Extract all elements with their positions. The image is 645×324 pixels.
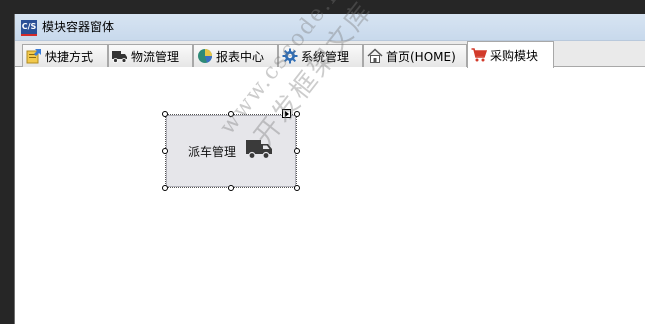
home-icon [367, 48, 383, 64]
module-label: 派车管理 [187, 144, 236, 159]
tab-label: 首页(HOME) [386, 49, 456, 64]
truck-icon [246, 138, 274, 164]
tab-home[interactable]: 首页(HOME) [363, 44, 467, 67]
tab-label: 系统管理 [301, 49, 350, 64]
tab-reports[interactable]: 报表中心 [193, 44, 278, 67]
shortcut-icon [26, 48, 42, 64]
resize-handle-bottom-left[interactable] [162, 185, 168, 191]
title-bar[interactable]: C/S 模块容器窗体 [15, 14, 645, 41]
pie-chart-icon [197, 48, 213, 64]
tab-label: 报表中心 [216, 49, 265, 64]
dispatch-management-button[interactable]: 派车管理 [166, 115, 296, 187]
app-icon: C/S [21, 20, 37, 36]
tab-label: 物流管理 [131, 49, 180, 64]
desktop-background-top [0, 0, 645, 14]
resize-handle-top-right[interactable] [294, 111, 300, 117]
tab-system[interactable]: 系统管理 [278, 44, 363, 67]
shopping-cart-icon [471, 47, 488, 63]
tab-logistics[interactable]: 物流管理 [108, 44, 193, 67]
resize-handle-top-left[interactable] [162, 111, 168, 117]
tab-content-area: 派车管理 [15, 67, 645, 324]
tab-label: 快捷方式 [45, 49, 94, 64]
tab-procurement[interactable]: 采购模块 [467, 41, 554, 68]
resize-handle-bottom[interactable] [228, 185, 234, 191]
desktop-background-left [0, 0, 14, 324]
tab-label: 采购模块 [490, 48, 539, 63]
window-title: 模块容器窗体 [42, 20, 115, 34]
tab-shortcuts[interactable]: 快捷方式 [22, 44, 108, 67]
smart-tag-glyph[interactable] [282, 109, 291, 118]
resize-handle-left[interactable] [162, 148, 168, 154]
gear-icon [282, 48, 298, 64]
resize-handle-bottom-right[interactable] [294, 185, 300, 191]
module-container-window: C/S 模块容器窗体 快捷方式 物流管理 报表中心 系统管理 首页(HOME) … [14, 0, 645, 324]
tab-strip: 快捷方式 物流管理 报表中心 系统管理 首页(HOME) 采购模块 [15, 41, 645, 68]
resize-handle-right[interactable] [294, 148, 300, 154]
truck-icon [112, 48, 128, 64]
resize-handle-top[interactable] [228, 111, 234, 117]
